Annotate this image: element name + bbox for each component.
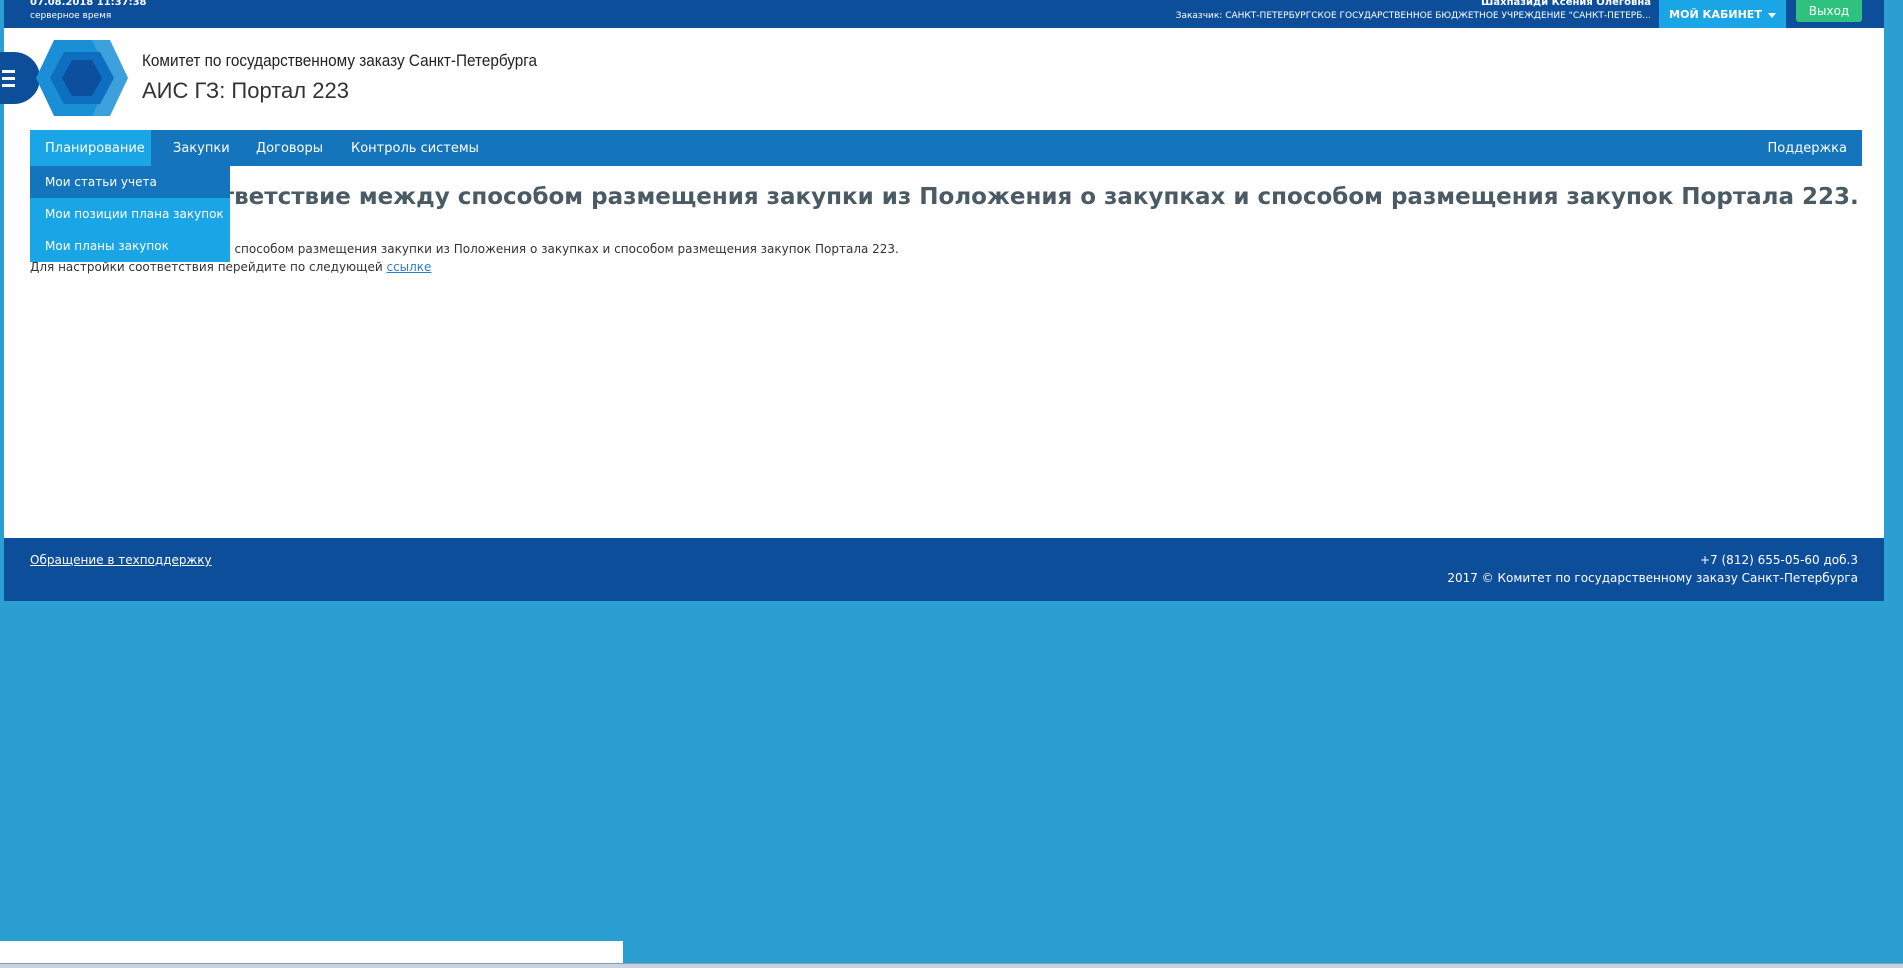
server-datetime: 07.08.2018 11:37:38	[30, 0, 147, 8]
user-name: Шахпазиди Ксения Олеговна	[1481, 0, 1651, 8]
tech-support-link[interactable]: Обращение в техподдержку	[30, 553, 212, 567]
page-title: Не задано соответствие между способом ра…	[30, 184, 1859, 210]
nav-item-planning[interactable]: Планирование	[30, 130, 151, 166]
server-time-label: серверное время	[30, 11, 112, 21]
settings-hint: Для настройки соответствия перейдите по …	[30, 260, 431, 274]
exit-button[interactable]: Выход	[1796, 0, 1862, 22]
menu-item-procurement-plans[interactable]: Мои планы закупок	[30, 230, 230, 262]
footer: Обращение в техподдержку +7 (812) 655-05…	[4, 538, 1884, 601]
nav-item-purchases[interactable]: Закупки	[173, 130, 230, 166]
main-nav: Планирование Закупки Договоры Контроль с…	[30, 130, 1862, 166]
portal-name: АИС ГЗ: Портал 223	[142, 78, 349, 103]
customer-name: Заказчик: САНКТ-ПЕТЕРБУРГСКОЕ ГОСУДАРСТВ…	[1175, 11, 1651, 21]
my-cabinet-button[interactable]: МОЙ КАБИНЕТ	[1659, 0, 1786, 28]
hamburger-icon-line	[2, 76, 15, 80]
caret-down-icon	[1767, 12, 1776, 18]
planning-dropdown-menu: Мои статьи учета Мои позиции плана закуп…	[30, 166, 230, 262]
menu-item-plan-positions[interactable]: Мои позиции плана закупок	[30, 198, 230, 230]
nav-item-support[interactable]: Поддержка	[1768, 130, 1848, 166]
top-bar: 07.08.2018 11:37:38 серверное время Шахп…	[4, 0, 1884, 28]
copyright: 2017 © Комитет по государственному заказ…	[1447, 571, 1858, 585]
app-window: 07.08.2018 11:37:38 серверное время Шахп…	[0, 0, 1884, 601]
menu-item-accounting-articles[interactable]: Мои статьи учета	[30, 166, 230, 198]
my-cabinet-label: МОЙ КАБИНЕТ	[1669, 7, 1762, 21]
window-fragment	[0, 941, 623, 963]
nav-item-contracts[interactable]: Договоры	[256, 130, 323, 166]
support-phone: +7 (812) 655-05-60 доб.3	[1700, 553, 1858, 567]
settings-link[interactable]: ссылке	[386, 260, 431, 274]
hamburger-icon-line	[2, 69, 15, 73]
settings-hint-text: Для настройки соответствия перейдите по …	[30, 260, 387, 274]
nav-item-system-control[interactable]: Контроль системы	[351, 130, 479, 166]
hamburger-icon-line	[2, 83, 15, 87]
os-taskbar	[0, 963, 1903, 968]
portal-logo-icon	[36, 40, 128, 116]
org-name: Комитет по государственному заказу Санкт…	[142, 51, 538, 70]
